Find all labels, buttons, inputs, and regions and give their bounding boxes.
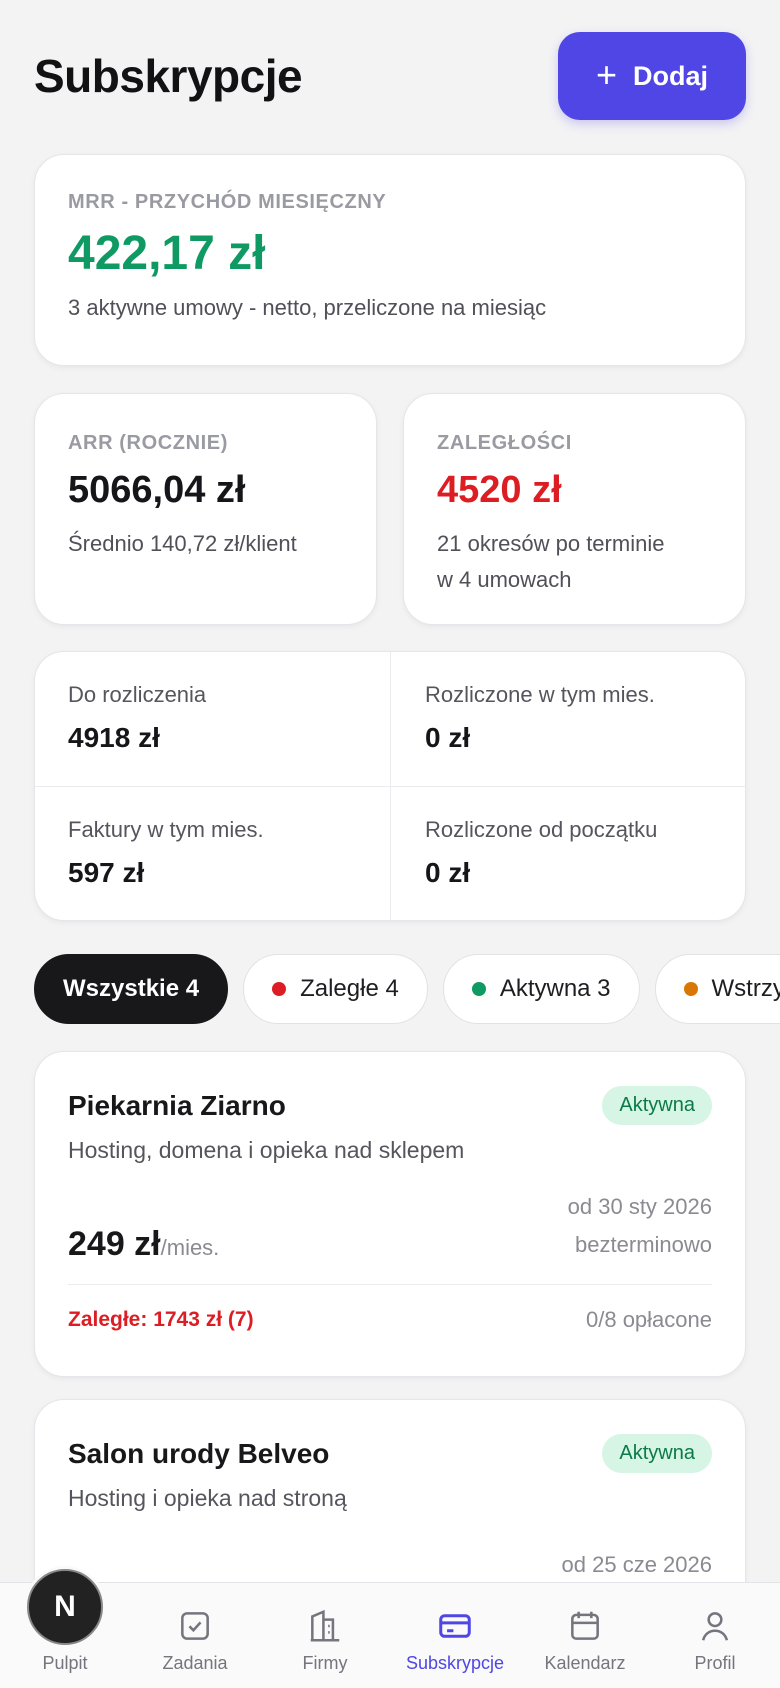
start-date: od 30 sty 2026: [567, 1194, 712, 1219]
add-subscription-button[interactable]: + Dodaj: [558, 32, 746, 120]
add-button-label: Dodaj: [633, 60, 709, 91]
green-dot-icon: [471, 982, 486, 996]
status-badge: Aktywna: [602, 1086, 712, 1125]
overdue-periods: 21 okresów po terminie: [437, 531, 665, 556]
stat-to-settle: Do rozliczenia 4918 zł: [35, 652, 390, 786]
subscription-dates: od 25 cze 2026: [68, 1546, 712, 1584]
mrr-card: MRR - PRZYCHÓD MIESIĘCZNY 422,17 zł 3 ak…: [34, 154, 746, 366]
overdue-contracts: w 4 umowach: [437, 567, 572, 592]
price-unit: /mies.: [160, 1235, 220, 1260]
stat-label: Do rozliczenia: [68, 682, 207, 707]
tab-label: Kalendarz: [544, 1653, 626, 1673]
filter-paused[interactable]: Wstrzymana: [654, 954, 780, 1024]
start-date: od 25 cze 2026: [561, 1552, 712, 1577]
status-badge: Aktywna: [602, 1434, 712, 1473]
tab-zadania[interactable]: Zadania: [130, 1607, 260, 1674]
stat-invoices-this-month: Faktury w tym mies. 597 zł: [35, 786, 390, 920]
stat-value: 0 zł: [425, 857, 471, 888]
mrr-value: 422,17 zł: [68, 227, 266, 280]
checkbox-icon: [181, 1612, 209, 1640]
arr-subtitle: Średnio 140,72 zł/klient: [68, 531, 297, 556]
overdue-subtitle: 21 okresów po terminie w 4 umowach: [437, 526, 712, 598]
tab-label: Zadania: [162, 1653, 228, 1673]
calendar-icon: [571, 1611, 599, 1640]
tab-label: Pulpit: [42, 1653, 88, 1673]
subscription-card[interactable]: Piekarnia Ziarno Aktywna Hosting, domena…: [34, 1051, 746, 1377]
paid-count: 0/8 opłacone: [586, 1307, 712, 1332]
subscription-dates: od 30 sty 2026 bezterminowo: [568, 1188, 712, 1264]
price-amount: 249 zł: [68, 1225, 161, 1263]
overdue-label: ZALEGŁOŚCI: [437, 432, 572, 454]
subscription-price: 249 zł/mies.: [68, 1225, 219, 1264]
subscription-description: Hosting, domena i opieka nad sklepem: [68, 1137, 465, 1163]
filter-chips: Wszystkie 4 Zaległe 4 Aktywna 3 Wstrzyma…: [34, 954, 780, 1024]
building-icon: [310, 1609, 340, 1642]
stats-grid: Do rozliczenia 4918 zł Rozliczone w tym …: [34, 651, 746, 921]
plus-icon: +: [595, 53, 617, 95]
stat-settled-this-month: Rozliczone w tym mies. 0 zł: [390, 652, 745, 786]
filter-label: Zaległe 4: [300, 975, 399, 1002]
overdue-amount: Zaległe: 1743 zł (7): [68, 1308, 254, 1331]
arr-value: 5066,04 zł: [68, 469, 246, 511]
credit-card-icon: [439, 1614, 471, 1638]
filter-label: Wszystkie 4: [63, 975, 200, 1002]
stat-label: Rozliczone w tym mies.: [425, 682, 655, 707]
arr-card: ARR (ROCZNIE) 5066,04 zł Średnio 140,72 …: [34, 393, 377, 625]
tab-label: Firmy: [302, 1653, 348, 1673]
bottom-tab-bar: N Pulpit Zadania Firmy Subskrypcje Kalen…: [0, 1569, 780, 1688]
page-title: Subskrypcje: [34, 50, 303, 102]
mrr-subtitle: 3 aktywne umowy - netto, przeliczone na …: [68, 295, 547, 320]
arr-label: ARR (ROCZNIE): [68, 432, 229, 454]
tab-subskrypcje[interactable]: Subskrypcje: [390, 1607, 520, 1674]
filter-active[interactable]: Aktywna 3: [442, 954, 640, 1024]
tab-label: Profil: [694, 1653, 736, 1673]
tab-kalendarz[interactable]: Kalendarz: [520, 1607, 650, 1674]
divider: [68, 1284, 712, 1285]
filter-overdue[interactable]: Zaległe 4: [243, 954, 428, 1024]
term: bezterminowo: [575, 1232, 712, 1257]
client-name: Piekarnia Ziarno: [68, 1090, 286, 1121]
red-dot-icon: [272, 982, 287, 996]
tab-profil[interactable]: Profil: [650, 1607, 780, 1674]
stat-label: Rozliczone od początku: [425, 817, 658, 842]
tab-label: Subskrypcje: [405, 1653, 505, 1673]
tab-pulpit[interactable]: N Pulpit: [0, 1569, 130, 1674]
orange-dot-icon: [683, 982, 698, 996]
stat-value: 0 zł: [425, 722, 471, 753]
client-name: Salon urody Belveo: [68, 1438, 330, 1469]
stat-label: Faktury w tym mies.: [68, 817, 264, 842]
tab-firmy[interactable]: Firmy: [260, 1607, 390, 1674]
filter-label: Wstrzymana: [711, 975, 780, 1002]
subscription-description: Hosting i opieka nad stroną: [68, 1485, 347, 1511]
overdue-card: ZALEGŁOŚCI 4520 zł 21 okresów po termini…: [403, 393, 746, 625]
user-icon: [701, 1612, 729, 1641]
overdue-value: 4520 zł: [437, 469, 562, 511]
stat-value: 4918 zł: [68, 722, 160, 753]
filter-all[interactable]: Wszystkie 4: [34, 954, 229, 1024]
filter-label: Aktywna 3: [499, 975, 611, 1002]
stat-value: 597 zł: [68, 857, 145, 888]
app-logo-icon: N: [27, 1569, 103, 1645]
stat-settled-total: Rozliczone od początku 0 zł: [390, 786, 745, 920]
header: Subskrypcje + Dodaj: [34, 32, 746, 120]
mrr-label: MRR - PRZYCHÓD MIESIĘCZNY: [68, 191, 387, 213]
